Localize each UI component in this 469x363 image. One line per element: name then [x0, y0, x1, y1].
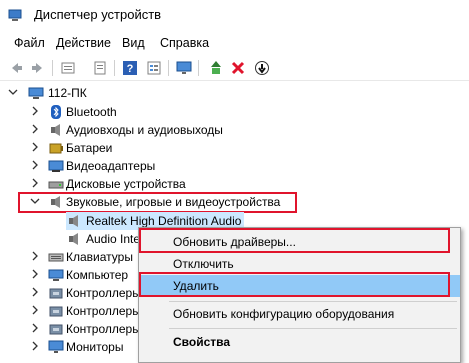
window-title: Диспетчер устройств	[34, 7, 162, 22]
disk-icon	[48, 181, 64, 189]
toolbar-separator	[198, 60, 199, 76]
controller-icon	[49, 306, 63, 317]
chevron-right-icon[interactable]	[30, 305, 40, 315]
tree-item-label: Мониторы	[66, 340, 124, 354]
speaker-icon	[51, 124, 60, 136]
context-item-scan-hardware[interactable]: Обновить конфигурацию оборудования	[139, 303, 460, 325]
bluetooth-icon	[51, 105, 61, 119]
monitor-icon	[48, 340, 64, 353]
toolbar-separator	[168, 60, 169, 76]
tree-item-label: Audio Inte	[86, 232, 141, 246]
uninstall-icon[interactable]	[230, 60, 246, 76]
view-icon[interactable]	[92, 60, 108, 76]
chevron-right-icon[interactable]	[30, 160, 40, 170]
tree-item-label: Видеоадаптеры	[66, 159, 156, 173]
tree-item-label: Батареи	[66, 141, 113, 155]
tree-item-label: Аудиовходы и аудиовыходы	[66, 123, 223, 137]
chevron-right-icon[interactable]	[30, 323, 40, 333]
keyboard-icon	[48, 253, 64, 262]
tree-item-disk-drives[interactable]: Дисковые устройства	[0, 175, 469, 193]
battery-icon	[49, 143, 63, 154]
menu-view[interactable]: Вид	[122, 36, 145, 50]
menu-action[interactable]: Действие	[56, 36, 111, 50]
tree-item-label: Bluetooth	[66, 105, 117, 119]
chevron-right-icon[interactable]	[30, 124, 40, 134]
chevron-right-icon[interactable]	[30, 287, 40, 297]
tree-item-label: Дисковые устройства	[66, 177, 186, 191]
menu-bar: Файл Действие Вид Справка	[0, 30, 469, 56]
tree-item-bluetooth[interactable]: Bluetooth	[0, 103, 469, 121]
computer-icon	[48, 269, 64, 281]
tree-root[interactable]: 112-ПК	[0, 84, 469, 102]
chevron-right-icon[interactable]	[30, 251, 40, 261]
device-manager-icon	[8, 9, 22, 21]
chevron-right-icon[interactable]	[30, 178, 40, 188]
highlight-sound-devices	[18, 192, 297, 213]
speaker-icon	[69, 215, 78, 227]
tree-item-label: Контроллеры	[66, 322, 141, 336]
forward-icon[interactable]	[30, 60, 46, 76]
toolbar-separator	[114, 60, 115, 76]
speaker-icon	[69, 233, 78, 245]
chevron-right-icon[interactable]	[30, 341, 40, 351]
chevron-right-icon[interactable]	[30, 106, 40, 116]
context-item-properties[interactable]: Свойства	[139, 331, 460, 353]
context-item-label: Обновить конфигурацию оборудования	[173, 307, 395, 321]
highlight-update-driver	[139, 228, 450, 253]
context-item-label: Свойства	[173, 335, 231, 349]
title-bar: Диспетчер устройств	[0, 0, 469, 30]
chevron-down-icon[interactable]	[8, 87, 18, 97]
display-adapter-icon	[48, 160, 64, 172]
svg-text:?: ?	[127, 63, 134, 75]
context-item-label: Отключить	[173, 257, 234, 271]
tree-item-batteries[interactable]: Батареи	[0, 139, 469, 157]
properties-icon[interactable]	[60, 60, 76, 76]
tree-item-audio-io[interactable]: Аудиовходы и аудиовыходы	[0, 121, 469, 139]
tree-item-label: Клавиатуры	[66, 250, 133, 264]
disable-icon[interactable]	[254, 60, 270, 76]
tree-item-label: Компьютер	[66, 268, 129, 282]
tree-item-display-adapters[interactable]: Видеоадаптеры	[0, 157, 469, 175]
computer-icon	[28, 87, 44, 99]
help-icon[interactable]: ?	[122, 60, 138, 76]
tree-root-label: 112-ПК	[48, 86, 87, 100]
details-icon[interactable]	[146, 60, 162, 76]
tree-item-label: Контроллеры	[66, 286, 141, 300]
controller-icon	[49, 324, 63, 335]
toolbar: ?	[0, 56, 469, 81]
menu-help[interactable]: Справка	[160, 36, 209, 50]
toolbar-separator	[52, 60, 53, 76]
context-separator	[169, 328, 457, 329]
menu-file[interactable]: Файл	[14, 36, 45, 50]
highlight-uninstall	[139, 272, 450, 297]
context-separator	[169, 301, 457, 302]
update-driver-icon[interactable]	[208, 60, 224, 76]
tree-item-label: Realtek High Definition Audio	[86, 214, 242, 228]
controller-icon	[49, 288, 63, 299]
back-icon[interactable]	[8, 60, 24, 76]
tree-item-label: Контроллеры	[66, 304, 141, 318]
chevron-right-icon[interactable]	[30, 142, 40, 152]
monitor-icon[interactable]	[176, 60, 192, 76]
chevron-right-icon[interactable]	[30, 269, 40, 279]
